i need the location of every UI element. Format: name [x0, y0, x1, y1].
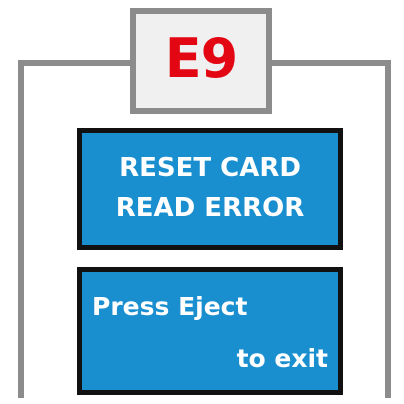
message-line-2: READ ERROR — [115, 193, 305, 223]
message-line-1: RESET CARD — [119, 153, 301, 183]
error-code-tab: E9 — [130, 8, 272, 114]
error-code: E9 — [164, 27, 238, 90]
instruction-line-1: Press Eject — [92, 292, 248, 321]
lcd-screen-message: RESET CARD READ ERROR — [77, 128, 343, 250]
lcd-screen-instruction: Press Eject to exit — [77, 267, 343, 395]
instruction-line-2: to exit — [236, 344, 328, 373]
